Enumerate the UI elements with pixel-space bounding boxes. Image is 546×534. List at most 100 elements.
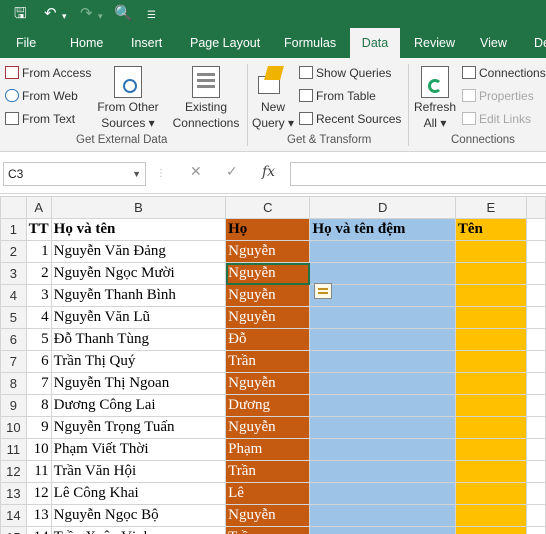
row-header[interactable]: 10 [0,416,27,439]
row-header[interactable]: 15 [0,526,27,534]
tab-review[interactable]: Review [404,28,465,58]
row-header[interactable]: 12 [0,460,27,483]
select-all-corner[interactable] [0,196,27,219]
from-access-button[interactable]: From Access [5,65,91,81]
redo-dropdown-icon[interactable]: ▾ [98,8,103,26]
cell-ten[interactable] [454,504,527,527]
row-header[interactable]: 7 [0,350,27,373]
new-query-button[interactable]: New Query ▾ [252,99,294,131]
cell-ho[interactable]: Nguyễn [225,284,311,307]
cell-ho-ten[interactable]: Nguyễn Thanh Bình [50,284,227,307]
cell[interactable] [525,284,546,307]
cell-ho-dem[interactable] [309,460,456,483]
header-cell-tt[interactable]: TT [25,218,52,241]
cell-ho-ten[interactable]: Trần Văn Hội [50,460,227,483]
connections-button[interactable]: Connections [462,65,546,81]
row-header[interactable]: 13 [0,482,27,505]
cell[interactable] [525,482,546,505]
save-icon[interactable]: 🖫 [14,4,27,22]
tab-insert[interactable]: Insert [121,28,172,58]
cell-ho-ten[interactable]: Dương Công Lai [50,394,227,417]
cell-ten[interactable] [454,372,527,395]
cell-ho[interactable]: Nguyễn [225,240,311,263]
cell-ho-dem[interactable] [309,394,456,417]
tab-data[interactable]: Data [350,28,400,58]
row-header[interactable]: 9 [0,394,27,417]
cell-ho-dem[interactable] [309,416,456,439]
cell-ho[interactable]: Trần [225,460,311,483]
cell-ho-ten[interactable]: Nguyễn Ngọc Bộ [50,504,227,527]
cell-tt[interactable]: 12 [25,482,52,505]
cell-tt[interactable]: 6 [25,350,52,373]
cell-ho-ten[interactable]: Nguyễn Thị Ngoan [50,372,227,395]
cell-tt[interactable]: 10 [25,438,52,461]
row-header[interactable]: 2 [0,240,27,263]
cell-ten[interactable] [454,526,527,534]
cell-ten[interactable] [454,394,527,417]
header-cell-ho-ten[interactable]: Họ và tên [50,218,227,241]
cell-ten[interactable] [454,328,527,351]
cell-tt[interactable]: 13 [25,504,52,527]
column-header-d[interactable]: D [309,196,456,219]
redo-icon[interactable]: ↷ [80,4,93,22]
tab-formulas[interactable]: Formulas [274,28,346,58]
cell-ho-ten[interactable]: Nguyễn Ngọc Mười [50,262,227,285]
cell-ho[interactable]: Phạm [225,438,311,461]
cell-ten[interactable] [454,416,527,439]
customize-qat-icon[interactable]: ☰ [147,7,156,25]
column-header-b[interactable]: B [50,196,227,219]
cell[interactable] [525,350,546,373]
cell-tt[interactable]: 3 [25,284,52,307]
cell-ho[interactable]: Nguyễn [225,504,311,527]
header-cell-ho[interactable]: Họ [225,218,311,241]
cell-tt[interactable]: 9 [25,416,52,439]
from-table-button[interactable]: From Table [299,88,376,104]
cell-ho-ten[interactable]: Nguyễn Trọng Tuấn [50,416,227,439]
formula-input[interactable] [290,162,546,186]
tab-file[interactable]: File [6,28,46,58]
cell-ten[interactable] [454,460,527,483]
undo-dropdown-icon[interactable]: ▾ [62,8,67,26]
cell-tt[interactable]: 2 [25,262,52,285]
tab-page-layout[interactable]: Page Layout [180,28,270,58]
cell-ho-ten[interactable]: Nguyễn Văn Lũ [50,306,227,329]
cell-ho[interactable]: Lê [225,482,311,505]
column-header-f[interactable] [525,196,546,219]
header-cell-ho-dem[interactable]: Họ và tên đệm [309,218,456,241]
from-other-sources-button[interactable]: From Other Sources ▾ [97,99,159,131]
cell[interactable] [525,372,546,395]
cell-tt[interactable]: 11 [25,460,52,483]
cell[interactable] [525,438,546,461]
cell[interactable] [525,240,546,263]
cell-ho[interactable]: Trần [225,526,311,534]
tab-home[interactable]: Home [60,28,113,58]
cell-ten[interactable] [454,240,527,263]
row-header[interactable]: 8 [0,372,27,395]
cell-ho-ten[interactable]: Trần Xuân Vịnh [50,526,227,534]
cell-tt[interactable]: 5 [25,328,52,351]
cell-ho[interactable]: Đỗ [225,328,311,351]
row-header[interactable]: 1 [0,218,27,241]
cell-ho[interactable]: Nguyễn [225,416,311,439]
cell-ho[interactable]: Nguyễn [225,262,311,285]
tab-view[interactable]: View [470,28,517,58]
cell-ho[interactable]: Nguyễn [225,372,311,395]
cell-ho-ten[interactable]: Đỗ Thanh Tùng [50,328,227,351]
cell-ho-dem[interactable] [309,306,456,329]
row-header[interactable]: 3 [0,262,27,285]
cell-ho-dem[interactable] [309,438,456,461]
cell-ho-dem[interactable] [309,328,456,351]
row-header[interactable]: 14 [0,504,27,527]
cell[interactable] [525,394,546,417]
recent-sources-button[interactable]: Recent Sources [299,111,401,127]
from-text-button[interactable]: From Text [5,111,75,127]
cell-tt[interactable]: 14 [25,526,52,534]
cell-ten[interactable] [454,306,527,329]
cell-ho-dem[interactable] [309,526,456,534]
cell-ten[interactable] [454,438,527,461]
cell[interactable] [525,262,546,285]
cell[interactable] [525,416,546,439]
cell-ho-ten[interactable]: Trần Thị Quý [50,350,227,373]
cell-tt[interactable]: 7 [25,372,52,395]
cell-tt[interactable]: 4 [25,306,52,329]
